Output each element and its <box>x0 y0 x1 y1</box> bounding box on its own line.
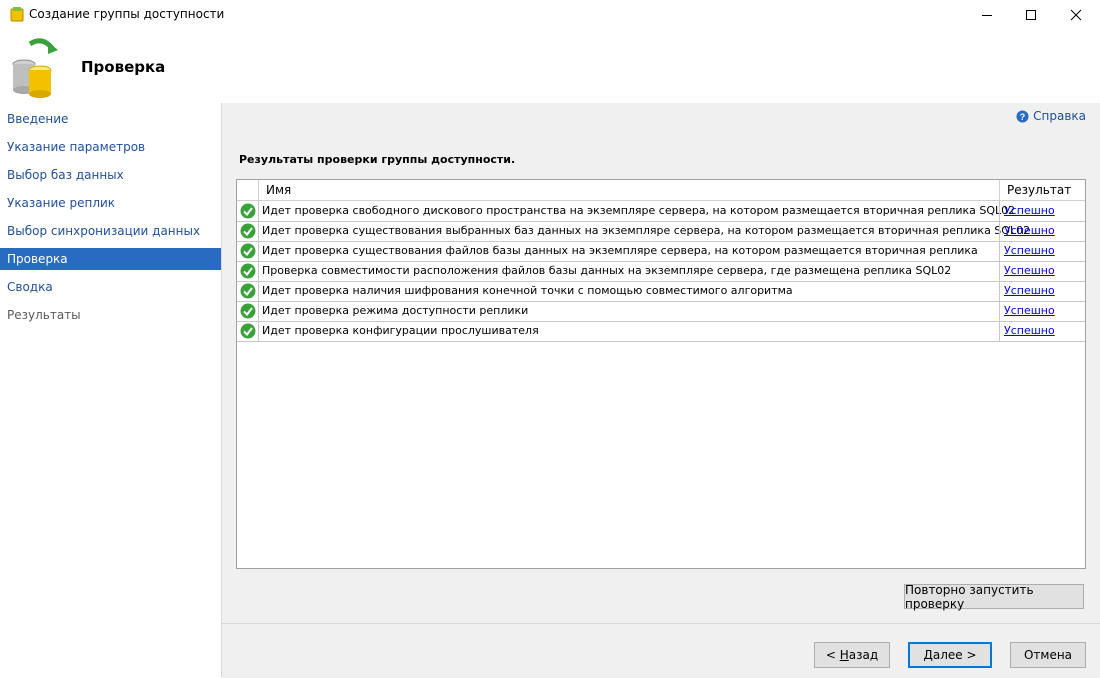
next-button[interactable]: Далее > <box>908 642 992 668</box>
cell-separator <box>999 301 1000 321</box>
cell-separator <box>258 301 259 321</box>
cell-separator <box>258 261 259 281</box>
success-check-icon <box>240 223 256 239</box>
table-row[interactable]: Проверка совместимости расположения файл… <box>237 261 1085 282</box>
cell-separator <box>999 201 1000 221</box>
column-separator <box>258 180 259 200</box>
cell-separator <box>999 261 1000 281</box>
minimize-icon <box>982 15 992 16</box>
row-name: Идет проверка наличия шифрования конечно… <box>262 284 793 297</box>
close-button[interactable] <box>1053 0 1099 30</box>
validation-results-table[interactable]: Имя Результат Идет проверка свободного д… <box>236 179 1086 569</box>
wizard-sidebar: Введение Указание параметров Выбор баз д… <box>0 103 222 677</box>
cell-separator <box>999 241 1000 261</box>
success-check-icon <box>240 303 256 319</box>
back-button[interactable]: < Назад <box>814 642 890 668</box>
sidebar-item-specify-options[interactable]: Указание параметров <box>0 136 221 158</box>
close-icon <box>1070 9 1082 21</box>
help-icon: ? <box>1016 110 1029 122</box>
row-name: Идет проверка режима доступности реплики <box>262 304 529 317</box>
column-header-name[interactable]: Имя <box>266 183 291 197</box>
row-result-link[interactable]: Успешно <box>1004 324 1055 337</box>
row-name: Идет проверка существования файлов базы … <box>262 244 978 257</box>
sidebar-item-summary[interactable]: Сводка <box>0 276 221 298</box>
page-title: Проверка <box>81 58 166 76</box>
row-result-link[interactable]: Успешно <box>1004 264 1055 277</box>
minimize-button[interactable] <box>964 0 1010 30</box>
success-check-icon <box>240 283 256 299</box>
row-result-link[interactable]: Успешно <box>1004 204 1055 217</box>
table-row[interactable]: Идет проверка режима доступности реплики… <box>237 301 1085 322</box>
svg-text:?: ? <box>1020 112 1026 122</box>
row-name: Идет проверка существования выбранных ба… <box>262 224 1031 237</box>
next-mnemonic: Д <box>923 648 933 662</box>
maximize-button[interactable] <box>1008 0 1054 30</box>
cell-separator <box>258 221 259 241</box>
back-rest: азад <box>848 648 879 662</box>
table-header: Имя Результат <box>237 180 1085 201</box>
maximize-icon <box>1026 10 1036 20</box>
rerun-validation-button[interactable]: Повторно запустить проверку <box>904 583 1084 611</box>
success-check-icon <box>240 243 256 259</box>
cell-separator <box>999 281 1000 301</box>
row-result-link[interactable]: Успешно <box>1004 284 1055 297</box>
section-title: Результаты проверки группы доступности. <box>239 153 516 166</box>
row-result-link[interactable]: Успешно <box>1004 304 1055 317</box>
help-link[interactable]: ? Справка <box>1016 109 1086 123</box>
next-rest: алее > <box>932 648 977 662</box>
title-bar: Создание группы доступности <box>0 0 1100 30</box>
success-check-icon <box>240 323 256 339</box>
table-row[interactable]: Идет проверка конфигурации прослушивател… <box>237 321 1085 342</box>
content-panel: ? Справка Результаты проверки группы дос… <box>222 103 1100 623</box>
sidebar-item-validation[interactable]: Проверка <box>0 248 221 270</box>
sidebar-item-introduction[interactable]: Введение <box>0 108 221 130</box>
sidebar-item-select-databases[interactable]: Выбор баз данных <box>0 164 221 186</box>
cell-separator <box>258 321 259 341</box>
help-label: Справка <box>1033 109 1086 123</box>
back-prefix: < <box>825 648 840 662</box>
app-icon <box>10 7 24 22</box>
sidebar-item-data-sync[interactable]: Выбор синхронизации данных <box>0 220 221 242</box>
column-header-result[interactable]: Результат <box>1007 183 1071 197</box>
cell-separator <box>999 221 1000 241</box>
table-row[interactable]: Идет проверка существования выбранных ба… <box>237 221 1085 242</box>
cell-separator <box>258 241 259 261</box>
database-icon <box>12 38 58 98</box>
sidebar-item-specify-replicas[interactable]: Указание реплик <box>0 192 221 214</box>
back-mnemonic: Н <box>839 648 849 662</box>
table-row[interactable]: Идет проверка свободного дискового прост… <box>237 201 1085 222</box>
row-name: Идет проверка свободного дискового прост… <box>262 204 1016 217</box>
column-separator <box>999 180 1000 200</box>
wizard-header: Проверка <box>0 30 1100 103</box>
row-result-link[interactable]: Успешно <box>1004 224 1055 237</box>
row-result-link[interactable]: Успешно <box>1004 244 1055 257</box>
sidebar-item-results: Результаты <box>7 308 81 322</box>
table-row[interactable]: Идет проверка наличия шифрования конечно… <box>237 281 1085 302</box>
wizard-footer: < Назад Далее > Отмена <box>222 623 1100 678</box>
row-name: Идет проверка конфигурации прослушивател… <box>262 324 539 337</box>
cell-separator <box>999 321 1000 341</box>
row-name: Проверка совместимости расположения файл… <box>262 264 952 277</box>
cell-separator <box>258 281 259 301</box>
success-check-icon <box>240 263 256 279</box>
table-row[interactable]: Идет проверка существования файлов базы … <box>237 241 1085 262</box>
window-title: Создание группы доступности <box>29 7 225 21</box>
cell-separator <box>258 201 259 221</box>
cancel-button[interactable]: Отмена <box>1010 642 1086 668</box>
success-check-icon <box>240 203 256 219</box>
